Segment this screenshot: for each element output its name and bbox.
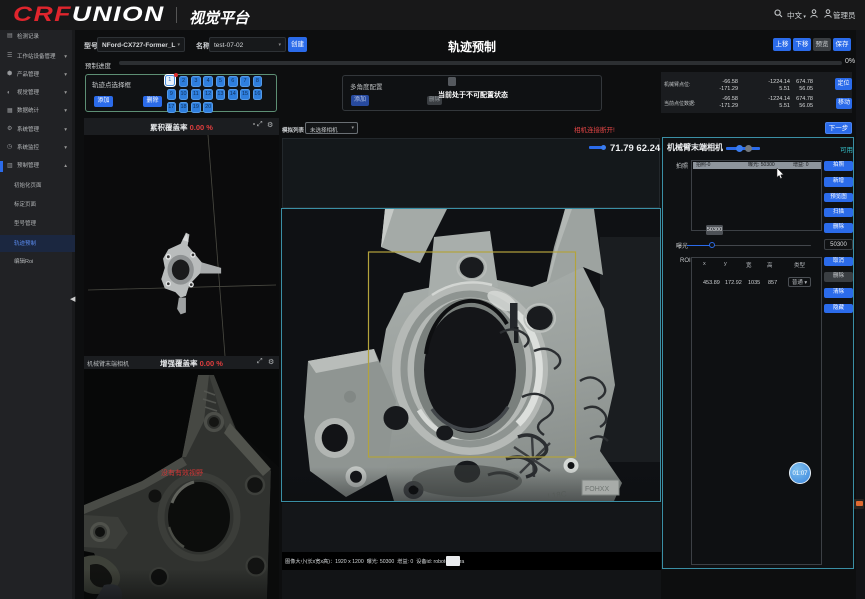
svg-text:L18C: L18C: [547, 489, 567, 501]
svg-text:FOHXX: FOHXX: [585, 486, 609, 493]
